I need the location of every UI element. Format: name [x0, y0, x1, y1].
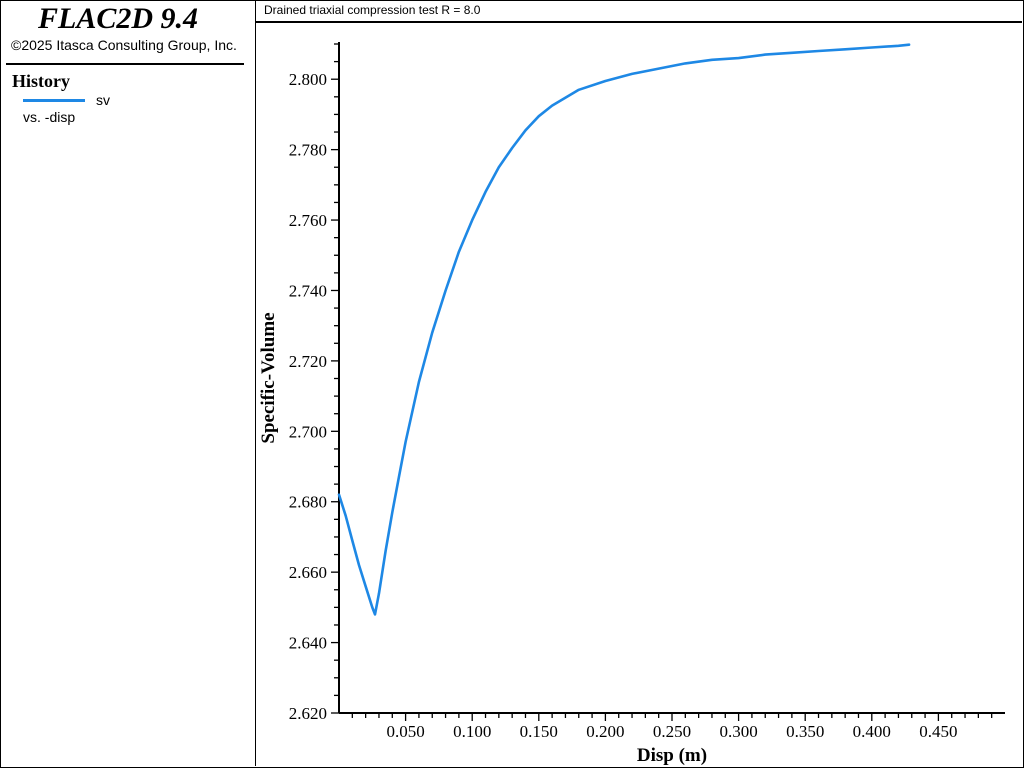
x-axis-label: Disp (m)	[637, 745, 707, 766]
x-tick-label: 0.250	[653, 722, 691, 741]
x-tick-label: 0.400	[853, 722, 891, 741]
y-tick-label: 2.680	[289, 493, 327, 512]
y-tick-label: 2.740	[289, 281, 327, 300]
y-tick-label: 2.620	[289, 704, 327, 723]
x-tick-label: 0.050	[386, 722, 424, 741]
y-tick-label: 2.700	[289, 422, 327, 441]
y-tick-label: 2.640	[289, 634, 327, 653]
y-axis-label: Specific-Volume	[258, 312, 279, 443]
x-tick-label: 0.350	[786, 722, 824, 741]
series-line-sv	[337, 43, 911, 616]
y-tick-label: 2.760	[289, 211, 327, 230]
y-tick-label: 2.660	[289, 563, 327, 582]
x-tick-label: 0.150	[520, 722, 558, 741]
plot-axes: 0.050 0.100 0.150 0.200 0.250 0.300 0.350 0.400…	[289, 42, 1005, 741]
history-plot: 0.050 0.100 0.150 0.200 0.250 0.300 0.350 0.400…	[258, 42, 1005, 766]
y-tick-label: 2.780	[289, 141, 327, 160]
x-tick-label: 0.300	[719, 722, 757, 741]
y-tick-label: 2.800	[289, 70, 327, 89]
x-tick-label: 0.450	[919, 722, 957, 741]
y-tick-label: 2.720	[289, 352, 327, 371]
x-tick-label: 0.200	[586, 722, 624, 741]
x-tick-label: 0.100	[453, 722, 491, 741]
